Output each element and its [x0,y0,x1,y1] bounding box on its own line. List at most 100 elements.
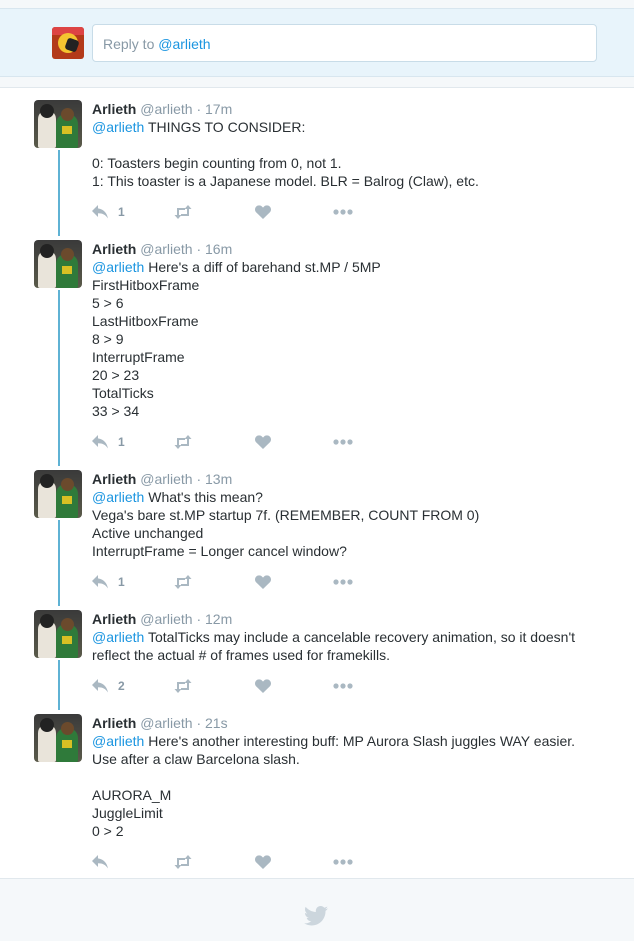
tweet-text-line: 8 > 9 [92,330,612,348]
reply-icon [92,205,109,219]
like-button[interactable] [255,852,271,872]
reply-button[interactable] [92,852,109,872]
more-dots-icon [333,439,353,445]
retweet-button[interactable] [173,432,193,452]
tweet-content: Arlieth @arlieth · 21s @arlieth Here's an… [92,714,612,840]
reply-count: 1 [118,435,125,449]
tweet-text-line: 5 > 6 [92,294,612,312]
tweet-text-line: TotalTicks [92,384,612,402]
heart-icon [255,575,271,589]
mention-link[interactable]: @arlieth [92,489,144,505]
reply-count: 2 [118,679,125,693]
tweet-actions: 2 [92,676,372,696]
tweet-text: @arlieth Here's a diff of barehand st.MP… [92,258,612,420]
retweet-icon [173,679,193,693]
mention-link[interactable]: @arlieth [92,733,144,749]
reply-handle: @arlieth [158,36,211,52]
mention-link[interactable]: @arlieth [92,119,144,135]
author-handle-time[interactable]: @arlieth · 16m [140,241,232,257]
like-button[interactable] [255,572,271,592]
retweet-button[interactable] [173,202,193,222]
tweet-header: Arlieth @arlieth · 16m [92,240,612,258]
tweet-content: Arlieth @arlieth · 16m @arlieth Here's a … [92,240,612,420]
retweet-icon [173,855,193,869]
reply-button[interactable]: 2 [92,676,125,696]
mention-link[interactable]: @arlieth [92,629,144,645]
reply-icon [92,855,109,869]
tweet-text-segment: 8 > 9 [92,331,124,347]
tweet-text-line: 1: This toaster is a Japanese model. BLR… [92,172,612,190]
more-button[interactable] [333,676,353,696]
retweet-icon [173,435,193,449]
tweet-text-segment: 0 > 2 [92,823,124,839]
tweet-content: Arlieth @arlieth · 12m @arlieth TotalTick… [92,610,612,664]
tweet-text: @arlieth What's this mean? Vega's bare st… [92,488,612,560]
tweet-text-line: InterruptFrame [92,348,612,366]
author-name[interactable]: Arlieth [92,101,136,117]
reply-icon [92,575,109,589]
like-button[interactable] [255,202,271,222]
tweet-text-segment: AURORA_M [92,787,172,803]
more-button[interactable] [333,202,353,222]
tweet-text-segment: Here's a diff of barehand st.MP / 5MP [144,259,381,275]
author-handle-time[interactable]: @arlieth · 13m [140,471,232,487]
twitter-bird-icon [304,906,328,926]
reply-button[interactable]: 1 [92,432,125,452]
like-button[interactable] [255,432,271,452]
tweet-actions: 1 [92,432,372,452]
retweet-icon [173,205,193,219]
tweet-header: Arlieth @arlieth · 21s [92,714,612,732]
current-user-avatar [52,27,84,59]
tweet-text-line: @arlieth What's this mean? [92,488,612,506]
author-avatar[interactable] [34,100,82,148]
tweet-text-segment: 0: Toasters begin counting from 0, not 1… [92,155,342,171]
author-avatar[interactable] [34,470,82,518]
tweet-text-segment: TotalTicks [92,385,154,401]
tweet-text-segment: InterruptFrame = Longer cancel window? [92,543,347,559]
reply-bar: Reply to @arlieth [0,8,634,77]
retweet-button[interactable] [173,852,193,872]
tweet-text-line: 33 > 34 [92,402,612,420]
retweet-button[interactable] [173,572,193,592]
author-avatar[interactable] [34,610,82,658]
tweet-text-segment: Use after a claw Barcelona slash. [92,751,300,767]
reply-icon [92,435,109,449]
author-avatar[interactable] [34,714,82,762]
author-avatar[interactable] [34,240,82,288]
author-name[interactable]: Arlieth [92,611,136,627]
author-name[interactable]: Arlieth [92,241,136,257]
more-button[interactable] [333,432,353,452]
more-dots-icon [333,579,353,585]
tweet-text-segment: Vega's bare st.MP startup 7f. (REMEMBER,… [92,507,480,523]
thread-connector-line [58,520,60,606]
tweet-text-segment: 5 > 6 [92,295,124,311]
reply-button[interactable]: 1 [92,202,125,222]
author-handle-time[interactable]: @arlieth · 21s [140,715,227,731]
like-button[interactable] [255,676,271,696]
tweet-text-segment: LastHitboxFrame [92,313,199,329]
tweet-text-line [92,136,612,154]
more-dots-icon [333,859,353,865]
more-button[interactable] [333,572,353,592]
tweet-text-line: InterruptFrame = Longer cancel window? [92,542,612,560]
tweet-text-line: reflect the actual # of frames used for … [92,646,612,664]
author-handle-time[interactable]: @arlieth · 12m [140,611,232,627]
tweet-text-line: @arlieth THINGS TO CONSIDER: [92,118,612,136]
reply-icon [92,679,109,693]
reply-input[interactable]: Reply to @arlieth [92,24,597,62]
author-name[interactable]: Arlieth [92,471,136,487]
tweet-text-line: JuggleLimit [92,804,612,822]
thread-connector-line [58,660,60,710]
mention-link[interactable]: @arlieth [92,259,144,275]
tweet-text-line: FirstHitboxFrame [92,276,612,294]
author-handle-time[interactable]: @arlieth · 17m [140,101,232,117]
author-name[interactable]: Arlieth [92,715,136,731]
tweet-thread: Arlieth @arlieth · 17m @arlieth THINGS TO… [0,87,634,879]
tweet-header: Arlieth @arlieth · 17m [92,100,612,118]
tweet-text-segment: FirstHitboxFrame [92,277,200,293]
reply-button[interactable]: 1 [92,572,125,592]
retweet-button[interactable] [173,676,193,696]
more-button[interactable] [333,852,353,872]
more-dots-icon [333,209,353,215]
thread-connector-line [58,290,60,466]
